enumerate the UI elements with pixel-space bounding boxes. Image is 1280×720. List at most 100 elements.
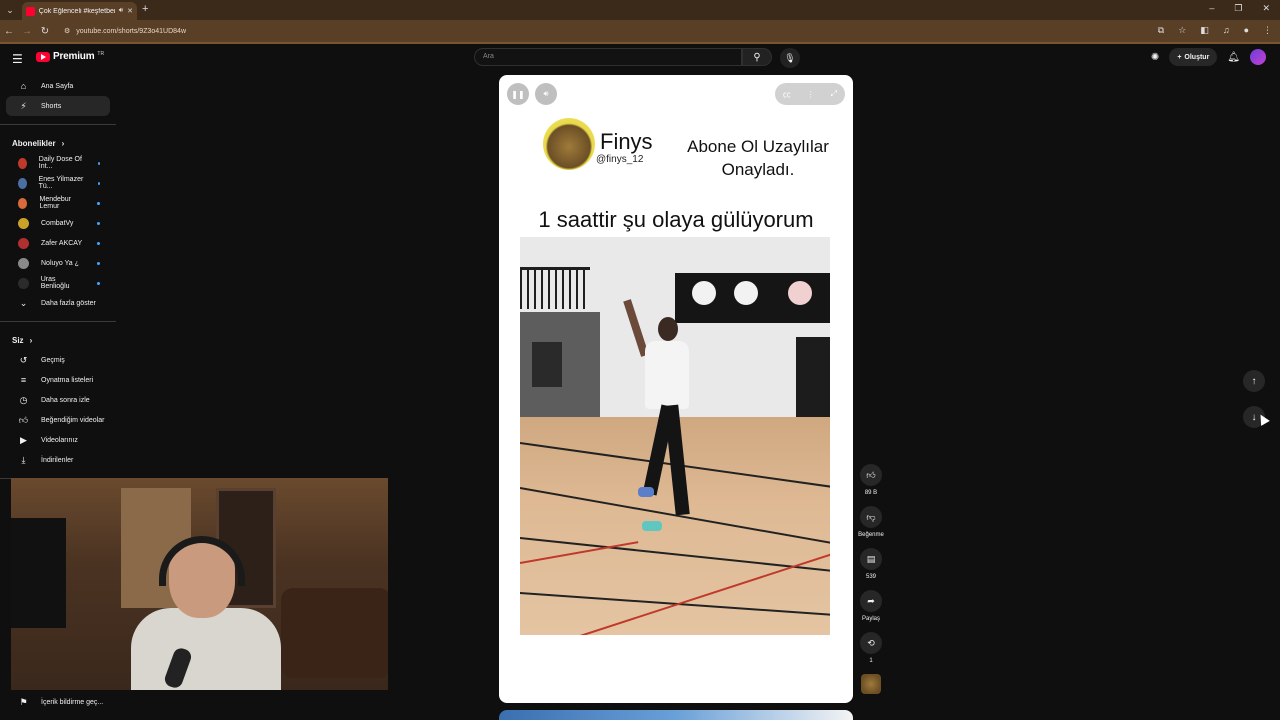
sidebar-item-label: Ana Sayfa <box>41 82 74 90</box>
report-history-item[interactable]: ⚑ İçerik bildirme geç... <box>6 692 116 712</box>
search-button[interactable]: ⚲ <box>742 48 772 66</box>
thumbs-up-icon: 👍︎ <box>866 469 876 480</box>
player-shirt <box>645 341 689 409</box>
chevron-right-icon: › <box>29 335 33 345</box>
subscription-item[interactable]: Mendebur Lemur <box>6 193 110 213</box>
pause-button[interactable]: ❚❚ <box>507 83 529 105</box>
new-tab-icon[interactable]: + <box>142 3 148 15</box>
webcam-overlay <box>11 478 388 690</box>
channel-avatar <box>18 197 28 209</box>
remix-icon: ⟲ <box>867 637 875 648</box>
tab-close-icon[interactable]: ✕ <box>127 7 133 15</box>
channel-avatar <box>543 118 595 170</box>
browser-tab[interactable]: Çok Eğlenceli #keşfetbeniö... 🔊︎ ✕ <box>22 2 137 20</box>
show-more-button[interactable]: ⌄ Daha fazla göster <box>6 293 110 313</box>
account-avatar[interactable] <box>1250 49 1266 65</box>
shorts-navigation: ↑ ↓ <box>1243 370 1265 442</box>
subscription-item[interactable]: CombatVy <box>6 213 110 233</box>
flag-icon: ⚑ <box>19 696 28 707</box>
channel-avatar <box>18 237 29 249</box>
youtube-header: ☰ Premium TR Ara ⚲ 🎙︎ ✺ + Oluştur 🔔︎ <box>0 44 1280 72</box>
share-icon: ➦ <box>867 595 875 606</box>
message-line-1: Abone Ol Uzaylılar <box>687 137 829 156</box>
sidebar-item-you[interactable]: ▶ Videolarınız <box>6 430 110 450</box>
gym-balcony-railing <box>520 267 590 309</box>
dislike-button[interactable]: 👎︎ <box>860 506 882 528</box>
tab-search-chevron-icon[interactable]: ⌄ <box>0 0 20 20</box>
subscription-name: Noluyo Ya ¿ <box>41 259 79 267</box>
player-shoe <box>642 521 662 531</box>
sidebar-item-label: Daha sonra izle <box>41 396 90 404</box>
sidebar-item-home[interactable]: ⌂ Ana Sayfa <box>6 76 110 96</box>
sidebar-item-you[interactable]: ◷ Daha sonra izle <box>6 390 110 410</box>
browser-menu-icon[interactable]: ⋮ <box>1263 25 1272 36</box>
sound-thumbnail[interactable] <box>861 674 881 694</box>
subscriptions-heading[interactable]: Abonelikler › <box>0 133 116 153</box>
comments-button[interactable]: ▤ <box>860 548 882 570</box>
fullscreen-icon[interactable]: ⤢ <box>831 89 837 99</box>
notifications-bell-icon[interactable]: 🔔︎ <box>1227 52 1240 63</box>
remix-button[interactable]: ⟲ <box>860 632 882 654</box>
player-leg <box>664 404 690 516</box>
minimize-icon[interactable]: – <box>1209 3 1214 14</box>
history-icon: ↺ <box>19 354 28 365</box>
channel-avatar <box>18 257 29 269</box>
sidebar-item-you[interactable]: 👍︎ Beğendiğim videolar <box>6 410 110 430</box>
back-icon[interactable]: ← <box>0 26 18 37</box>
youtube-premium-logo[interactable]: Premium TR <box>36 51 104 62</box>
sidebar-divider <box>0 124 116 125</box>
sidebar-item-you[interactable]: ↺ Geçmiş <box>6 350 110 370</box>
profile-icon[interactable]: ● <box>1244 25 1249 36</box>
banner-logo <box>734 281 758 305</box>
next-short-preview[interactable] <box>499 710 853 720</box>
forward-icon[interactable]: → <box>18 26 36 37</box>
new-content-dot <box>97 241 100 245</box>
subscription-item[interactable]: Daily Dose Of Int... <box>6 153 110 173</box>
extensions-icon[interactable]: ◧ <box>1200 25 1209 36</box>
subscription-item[interactable]: Uras Benlioğlu <box>6 273 110 293</box>
remix-action: ⟲ 1 <box>856 632 886 668</box>
basketball-hoop <box>788 281 812 305</box>
channel-name: Finys <box>600 129 653 154</box>
hamburger-menu-icon[interactable]: ☰ <box>12 52 23 66</box>
message-line-2: Onayladı. <box>721 160 795 179</box>
more-options-icon[interactable]: ⋮ <box>807 90 815 99</box>
reload-icon[interactable]: ↻ <box>36 26 54 37</box>
search-input[interactable]: Ara <box>474 48 742 66</box>
window-close-icon[interactable]: ✕ <box>1262 3 1270 14</box>
install-icon[interactable]: ⧉ <box>1158 25 1164 36</box>
channel-avatar <box>18 177 27 189</box>
url-text: youtube.com/shorts/9Z3o41UD84w <box>76 27 187 35</box>
url-field[interactable]: ⚙ youtube.com/shorts/9Z3o41UD84w <box>64 24 1144 38</box>
sidebar-item-you[interactable]: ≡ Oynatma listeleri <box>6 370 110 390</box>
sidebar-item-shorts[interactable]: ⚡︎ Shorts <box>6 96 110 116</box>
settings-sparkle-icon[interactable]: ✺ <box>1151 52 1159 63</box>
share-action: ➦ Paylaş <box>856 590 886 626</box>
volume-button[interactable]: 🔊︎ <box>535 83 557 105</box>
like-button[interactable]: 👍︎ <box>860 464 882 486</box>
comment-icon: ▤ <box>866 553 876 564</box>
sidebar-item-you[interactable]: ⤓ İndirilenler <box>6 450 110 470</box>
media-icon[interactable]: ♫ <box>1223 25 1230 36</box>
pause-icon: ❚❚ <box>511 89 525 99</box>
header-actions: ✺ + Oluştur 🔔︎ <box>1151 48 1266 66</box>
create-button[interactable]: + Oluştur <box>1169 48 1218 66</box>
voice-search-button[interactable]: 🎙︎ <box>780 48 800 68</box>
subscription-item[interactable]: Zafer AKCAY <box>6 233 110 253</box>
video-icon: ▶ <box>20 434 27 445</box>
channel-avatar <box>18 157 27 169</box>
you-list: ↺ Geçmiş ≡ Oynatma listeleri ◷ Daha sonra izl… <box>0 350 116 470</box>
shorts-player[interactable]: ❚❚ 🔊︎ ㏄ ⋮ ⤢ Finys @finys_12 Abone Ol Uza… <box>499 75 853 703</box>
speaker-icon[interactable]: 🔊︎ <box>119 7 123 15</box>
captions-icon[interactable]: ㏄ <box>783 89 791 100</box>
playlist-icon: ≡ <box>20 375 27 385</box>
subscription-item[interactable]: Enes Yilmazer Tü... <box>6 173 110 193</box>
previous-short-button[interactable]: ↑ <box>1243 370 1265 392</box>
share-button[interactable]: ➦ <box>860 590 882 612</box>
webcam-streamer <box>131 536 281 690</box>
you-heading[interactable]: Siz › <box>0 330 116 350</box>
subscription-item[interactable]: Noluyo Ya ¿ <box>6 253 110 273</box>
site-info-icon[interactable]: ⚙ <box>64 27 70 35</box>
bookmark-star-icon[interactable]: ☆ <box>1178 25 1186 36</box>
maximize-icon[interactable]: ❐ <box>1234 3 1242 14</box>
